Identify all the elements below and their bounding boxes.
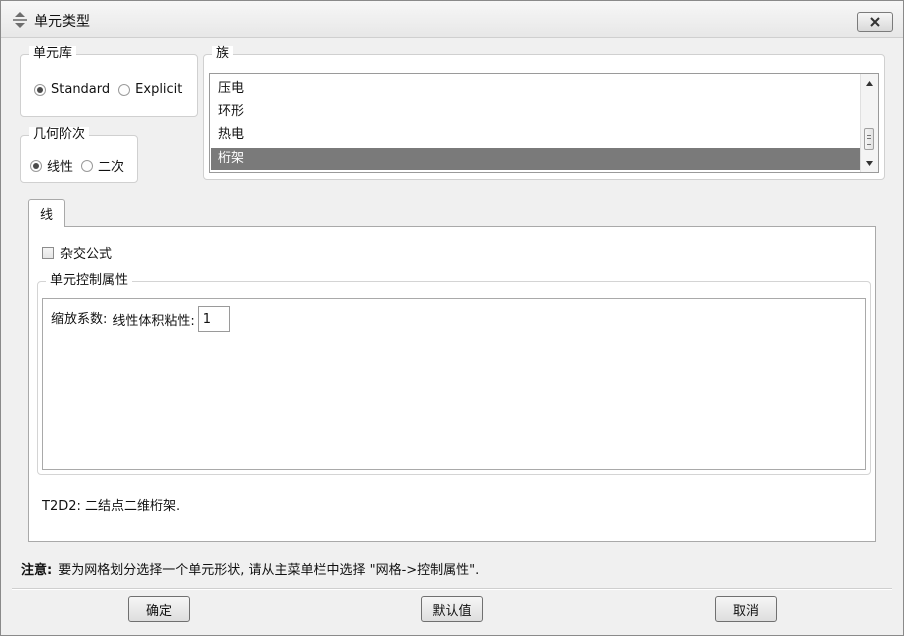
element-library-group: 单元库 Standard Explicit <box>20 46 198 117</box>
linear-label[interactable]: 线性 <box>47 156 73 175</box>
scaling-factors-row: 缩放系数: 线性体积粘性: <box>51 306 230 332</box>
hybrid-checkbox[interactable] <box>42 246 54 259</box>
family-scrollbar[interactable] <box>860 74 878 172</box>
geometric-order-group: 几何阶次 线性 二次 <box>20 127 138 183</box>
element-controls-group: 单元控制属性 缩放系数: 线性体积粘性: <box>37 272 871 475</box>
family-list[interactable]: 压电 环形 热电 桁架 <box>209 73 879 173</box>
window-title: 单元类型 <box>34 14 90 30</box>
cancel-button[interactable]: 取消 <box>715 596 777 622</box>
explicit-radio[interactable] <box>118 83 131 96</box>
element-library-label: 单元库 <box>29 46 77 62</box>
close-button[interactable] <box>857 12 893 32</box>
standard-label[interactable]: Standard <box>51 82 110 97</box>
close-icon <box>869 17 881 27</box>
scroll-thumb[interactable] <box>864 128 874 150</box>
scroll-up-arrow-icon[interactable] <box>861 75 878 91</box>
hybrid-label[interactable]: 杂交公式 <box>60 243 112 262</box>
tab-line[interactable]: 线 <box>28 199 65 227</box>
element-type-dialog: 单元类型 单元库 Standard Explicit 几何阶次 线性 二次 族 … <box>0 0 904 636</box>
family-item-truss[interactable]: 桁架 <box>211 148 861 170</box>
element-controls-label: 单元控制属性 <box>46 272 133 290</box>
standard-radio[interactable] <box>34 83 46 96</box>
note-text: 要为网格划分选择一个单元形状, 请从主菜单栏中选择 "网格->控制属性". <box>58 563 480 578</box>
defaults-button[interactable]: 默认值 <box>421 596 483 622</box>
family-item-piezoelectric[interactable]: 压电 <box>211 78 861 100</box>
scroll-down-arrow-icon[interactable] <box>861 155 878 171</box>
element-type-icon <box>11 11 29 29</box>
geometric-order-options: 线性 二次 <box>30 156 132 175</box>
separator <box>12 588 892 590</box>
note: 注意: 要为网格划分选择一个单元形状, 请从主菜单栏中选择 "网格->控制属性". <box>21 559 479 578</box>
bulk-viscosity-input[interactable] <box>197 306 230 332</box>
linear-radio[interactable] <box>30 159 42 172</box>
geometric-order-label: 几何阶次 <box>29 127 90 143</box>
title-bar[interactable]: 单元类型 <box>1 1 903 38</box>
quadratic-label[interactable]: 二次 <box>98 156 124 175</box>
explicit-label[interactable]: Explicit <box>135 82 182 97</box>
element-controls-panel: 缩放系数: 线性体积粘性: <box>42 298 866 470</box>
family-label: 族 <box>212 46 234 62</box>
hybrid-option[interactable]: 杂交公式 <box>42 243 112 262</box>
scaling-factors-label: 缩放系数: <box>51 311 108 327</box>
quadratic-radio[interactable] <box>81 159 94 172</box>
note-prefix: 注意: <box>21 563 53 578</box>
element-library-options: Standard Explicit <box>34 82 190 97</box>
family-item-thermal-electric[interactable]: 热电 <box>211 124 861 146</box>
tab-panel-line: 杂交公式 单元控制属性 缩放系数: 线性体积粘性: T2D2: 二结点二维桁架. <box>28 226 876 542</box>
family-item-axisymmetric[interactable]: 环形 <box>211 101 861 123</box>
bulk-viscosity-label: 线性体积粘性: <box>112 313 195 329</box>
element-description: T2D2: 二结点二维桁架. <box>42 499 181 514</box>
ok-button[interactable]: 确定 <box>128 596 190 622</box>
